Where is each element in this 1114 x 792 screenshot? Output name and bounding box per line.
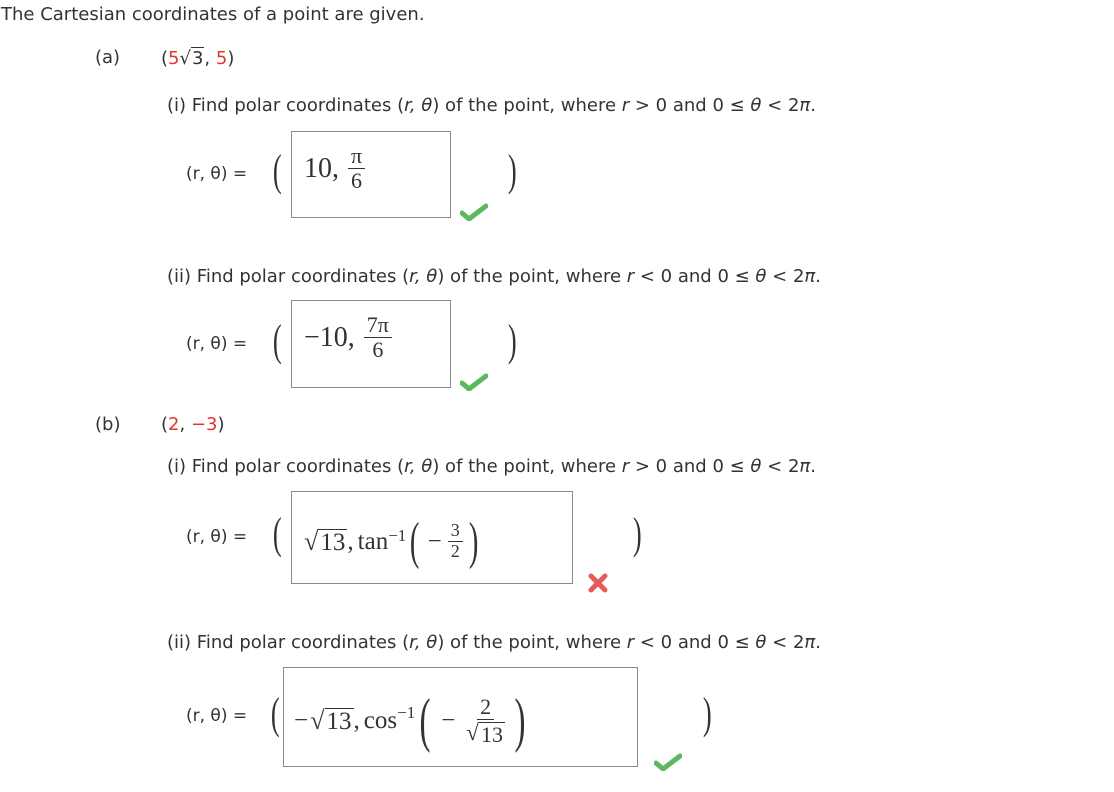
answer-r-sqrt: √ 13: [304, 526, 348, 557]
close-paren-a-ii: ): [507, 316, 517, 365]
answer-box-b-ii[interactable]: − √ 13 , cos −1 ( − 2 √ 13 ): [283, 667, 638, 767]
close-paren-b-i: ): [632, 509, 642, 558]
part-b-point: (2, −3): [161, 414, 225, 435]
point-x-coef: 5: [168, 48, 180, 69]
sqrt-symbol: √: [179, 48, 191, 69]
point-x: 2: [168, 414, 180, 435]
prompt-a-ii: (ii) Find polar coordinates (r, θ) of th…: [167, 266, 821, 287]
checkmark-icon: [460, 203, 488, 221]
point-sep: ,: [204, 48, 211, 69]
point-y: −3: [190, 414, 218, 435]
open-paren-b-i: (: [272, 509, 282, 558]
part-b-label: (b): [95, 414, 121, 435]
lhs-b-ii: (r, θ) =: [186, 706, 248, 726]
point-close-paren: ): [227, 48, 235, 69]
point-x-radicand: 3: [190, 47, 205, 69]
answer-box-a-ii[interactable]: −10, 7π 6: [291, 300, 451, 388]
lhs-a-ii: (r, θ) =: [186, 334, 248, 354]
prompt-a-i: (i) Find polar coordinates (r, θ) of the…: [167, 95, 816, 116]
answer-theta-fraction: π 6: [348, 143, 366, 193]
answer-exponent: −1: [388, 525, 407, 545]
open-paren-a-ii: (: [272, 316, 282, 365]
lhs-a-i: (r, θ) =: [186, 164, 248, 184]
answer-r-sqrt: √ 13: [310, 705, 354, 736]
lhs-b-i: (r, θ) =: [186, 527, 248, 547]
prompt-b-i: (i) Find polar coordinates (r, θ) of the…: [167, 456, 816, 477]
answer-func: tan: [357, 527, 389, 555]
close-paren-b-ii: ): [702, 689, 712, 738]
answer-exponent: −1: [397, 702, 416, 722]
open-paren-a-i: (: [272, 146, 282, 195]
part-a-point: (5√3, 5): [161, 47, 234, 70]
answer-fraction: 3 2: [447, 520, 463, 562]
point-open-paren: (: [161, 48, 169, 69]
answer-box-a-i[interactable]: 10, π 6: [291, 131, 451, 218]
checkmark-icon: [460, 373, 488, 391]
prompt-b-ii: (ii) Find polar coordinates (r, θ) of th…: [167, 632, 821, 653]
answer-fraction: 2 √ 13: [466, 694, 505, 747]
answer-box-b-i[interactable]: √ 13 , tan −1 ( − 3 2 ): [291, 491, 573, 584]
close-paren-a-i: ): [507, 146, 517, 195]
problem-header: The Cartesian coordinates of a point are…: [1, 4, 425, 25]
checkmark-icon: [654, 753, 682, 771]
answer-r: 10,: [304, 153, 339, 185]
open-paren-b-ii: (: [270, 689, 280, 738]
answer-func: cos: [363, 706, 398, 734]
part-a-label: (a): [95, 47, 121, 68]
point-y: 5: [215, 48, 228, 69]
answer-r: −10,: [304, 322, 355, 354]
answer-theta-fraction: 7π 6: [363, 312, 392, 362]
incorrect-x-icon: [588, 573, 608, 593]
